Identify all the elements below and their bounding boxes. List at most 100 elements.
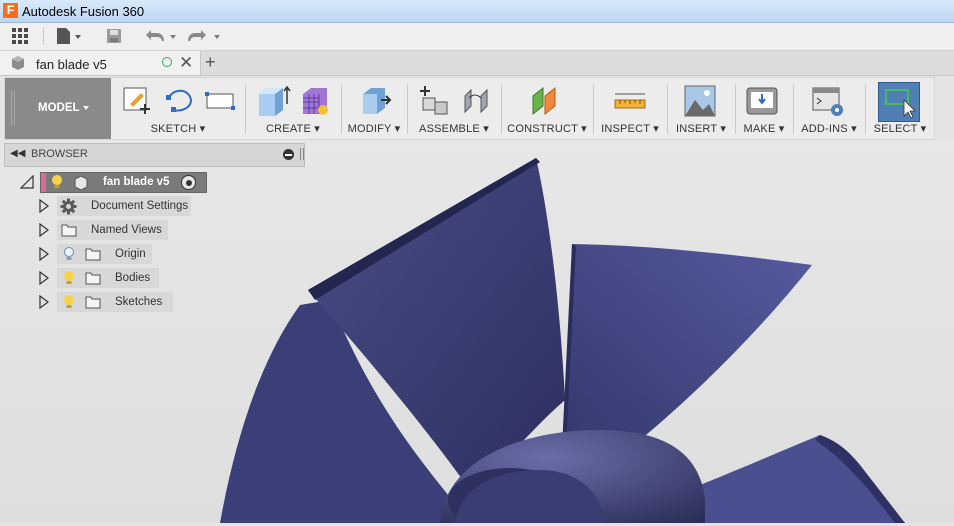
divider [43,27,44,45]
file-menu-icon[interactable] [52,25,86,47]
minimize-panel-icon[interactable] [283,149,294,160]
fusion-logo-icon: F [3,3,18,18]
new-tab-button[interactable]: + [205,52,216,73]
folder-icon [85,296,101,309]
folder-icon [85,248,101,261]
browser-item-named-views[interactable]: Named Views [57,220,168,240]
insert-group-label: INSERT ▾ [675,123,727,135]
undo-icon[interactable] [142,25,180,47]
select-group-label: SELECT ▾ [873,123,927,135]
lightbulb-on-icon[interactable] [51,175,63,190]
expand-arrow-icon[interactable] [39,294,49,312]
modify-group-label: MODIFY ▾ [347,123,401,135]
sketch-group-label: SKETCH ▾ [150,123,206,135]
expand-arrow-icon[interactable] [39,222,49,240]
chevron-down-icon [83,106,89,110]
divider [735,84,736,134]
press-pull-icon[interactable] [357,84,393,118]
browser-item-bodies[interactable]: Bodies [57,268,159,288]
browser-item-label: Named Views [91,224,162,236]
redo-icon[interactable] [186,25,224,47]
divider [341,84,342,134]
browser-item-label: Bodies [115,272,151,284]
select-group[interactable]: SELECT ▾ [869,78,931,139]
browser-panel-header[interactable]: ◀◀ BROWSER [4,143,305,167]
construct-group-label: CONSTRUCT ▾ [507,123,587,135]
insert-group[interactable]: INSERT ▾ [671,78,731,139]
insert-image-icon[interactable] [683,84,717,118]
measure-icon[interactable] [613,84,647,118]
browser-root-node[interactable]: fan blade v5 [40,172,207,193]
add-ins-group[interactable]: ADD-INS ▾ [797,78,861,139]
new-component-icon[interactable] [417,84,451,118]
collapse-browser-icon[interactable]: ◀◀ [10,148,25,159]
sketch-group[interactable]: SKETCH ▾ [115,78,241,139]
assemble-group-label: ASSEMBLE ▾ [419,123,489,135]
inspect-group-label: INSPECT ▾ [601,123,659,135]
window-title: Autodesk Fusion 360 [22,4,145,19]
lightbulb-on-icon[interactable] [63,270,75,286]
divider [501,84,502,134]
form-icon[interactable] [297,84,333,118]
browser-title: BROWSER [31,148,88,160]
browser-item-label: Document Settings [91,200,189,212]
active-indicator [41,173,46,192]
gear-icon [60,198,77,214]
make-group[interactable]: MAKE ▾ [739,78,789,139]
divider [407,84,408,134]
modify-group[interactable]: MODIFY ▾ [345,78,403,139]
construct-group[interactable]: CONSTRUCT ▾ [505,78,589,139]
document-tab-title: fan blade v5 [36,57,107,72]
expand-arrow-icon[interactable] [39,270,49,288]
root-expand-icon[interactable] [19,174,34,192]
expand-arrow-icon[interactable] [39,198,49,216]
lightbulb-on-icon[interactable] [63,294,75,310]
browser-item-origin[interactable]: Origin [57,244,152,264]
inspect-group[interactable]: INSPECT ▾ [597,78,663,139]
saved-status-icon [162,57,172,67]
component-icon [10,55,26,74]
lightbulb-off-icon[interactable] [63,246,75,262]
divider [667,84,668,134]
data-panel-grid-icon[interactable] [6,25,34,47]
divider [865,84,866,134]
offset-plane-icon[interactable] [529,84,565,118]
3d-print-icon[interactable] [745,84,779,118]
assemble-group[interactable]: ASSEMBLE ▾ [411,78,497,139]
divider [793,84,794,134]
scripts-icon[interactable] [811,84,845,118]
browser-item-label: Sketches [115,296,163,308]
arc-icon[interactable] [163,84,197,116]
select-button[interactable] [878,82,920,122]
divider [245,84,246,134]
rectangle-icon[interactable] [203,84,237,116]
make-group-label: MAKE ▾ [743,123,785,135]
root-node-label: fan blade v5 [103,176,170,188]
folder-icon [61,224,77,237]
document-tab[interactable]: fan blade v5 ✕ [0,51,201,75]
close-tab-icon[interactable]: ✕ [179,53,193,73]
resize-handle[interactable] [300,148,304,160]
select-cursor-icon [885,89,916,119]
component-icon [74,175,88,190]
add-ins-group-label: ADD-INS ▾ [801,123,857,135]
save-icon[interactable] [100,25,128,47]
create-group[interactable]: CREATE ▾ [249,78,337,139]
create-group-label: CREATE ▾ [266,123,320,135]
document-tab-bar: fan blade v5 ✕ + [0,51,954,76]
extrude-icon[interactable] [255,84,291,118]
create-sketch-icon[interactable] [121,84,155,116]
browser-item-document-settings[interactable]: Document Settings [57,196,191,216]
browser-item-sketches[interactable]: Sketches [57,292,173,312]
browser-item-label: Origin [115,248,146,260]
divider [593,84,594,134]
grip-handle[interactable] [11,91,15,125]
workspace-label: MODEL [38,102,80,114]
quick-access-toolbar [0,23,954,51]
expand-arrow-icon[interactable] [39,246,49,264]
ribbon-toolbar: MODEL SKETCH ▾ CREATE ▾ MODIFY ▾ ASSEMBL… [4,77,935,140]
folder-icon [85,272,101,285]
activate-radio-icon[interactable] [181,175,196,190]
workspace-switcher[interactable]: MODEL [5,78,111,139]
joint-icon[interactable] [459,84,493,118]
